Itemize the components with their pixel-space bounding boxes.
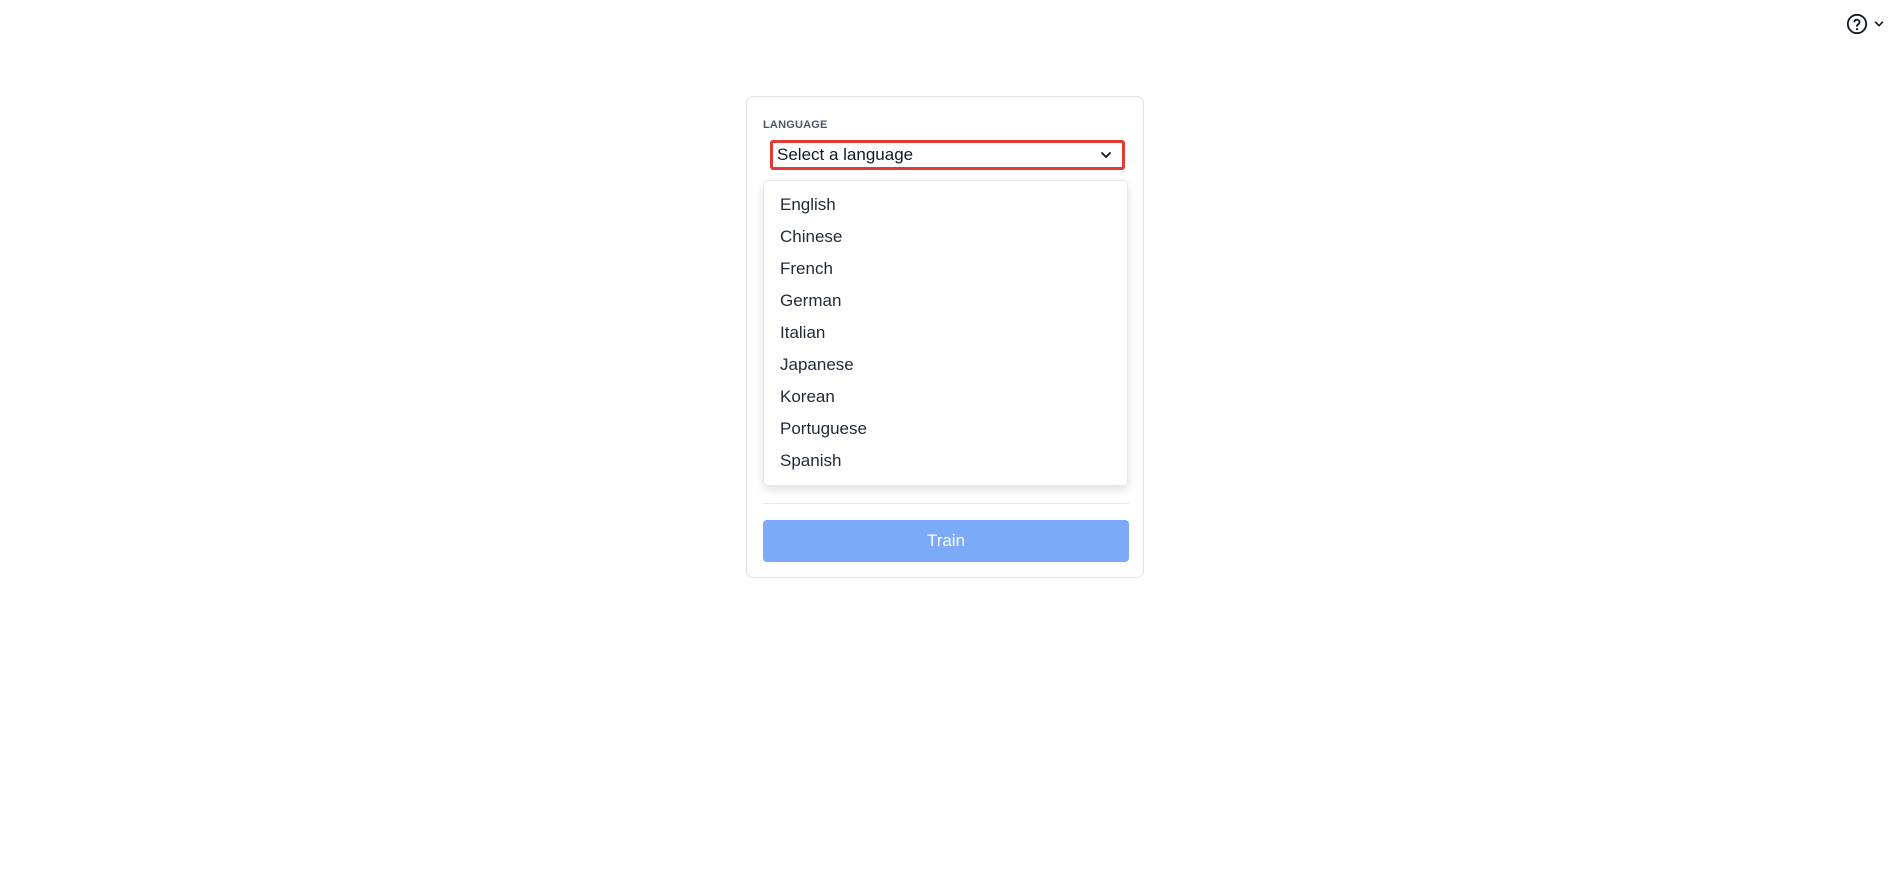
language-option-english[interactable]: English bbox=[764, 189, 1127, 221]
language-select-value: Select a language bbox=[777, 145, 914, 164]
language-option-japanese[interactable]: Japanese bbox=[764, 349, 1127, 381]
language-option-french[interactable]: French bbox=[764, 253, 1127, 285]
language-option-portuguese[interactable]: Portuguese bbox=[764, 413, 1127, 445]
language-option-chinese[interactable]: Chinese bbox=[764, 221, 1127, 253]
language-select[interactable]: Select a language bbox=[770, 140, 1125, 170]
training-form-card: LANGUAGE Select a language English Chine… bbox=[746, 96, 1144, 578]
train-button[interactable]: Train bbox=[763, 520, 1129, 562]
question-circle-icon bbox=[1846, 13, 1868, 35]
help-menu[interactable] bbox=[1846, 13, 1884, 35]
chevron-down-icon bbox=[1874, 21, 1884, 27]
language-option-german[interactable]: German bbox=[764, 285, 1127, 317]
language-option-italian[interactable]: Italian bbox=[764, 317, 1127, 349]
chevron-down-icon bbox=[1101, 152, 1111, 158]
language-label: LANGUAGE bbox=[763, 119, 828, 131]
language-option-korean[interactable]: Korean bbox=[764, 381, 1127, 413]
language-dropdown: English Chinese French German Italian Ja… bbox=[763, 180, 1128, 486]
divider bbox=[763, 503, 1129, 504]
language-option-spanish[interactable]: Spanish bbox=[764, 445, 1127, 477]
